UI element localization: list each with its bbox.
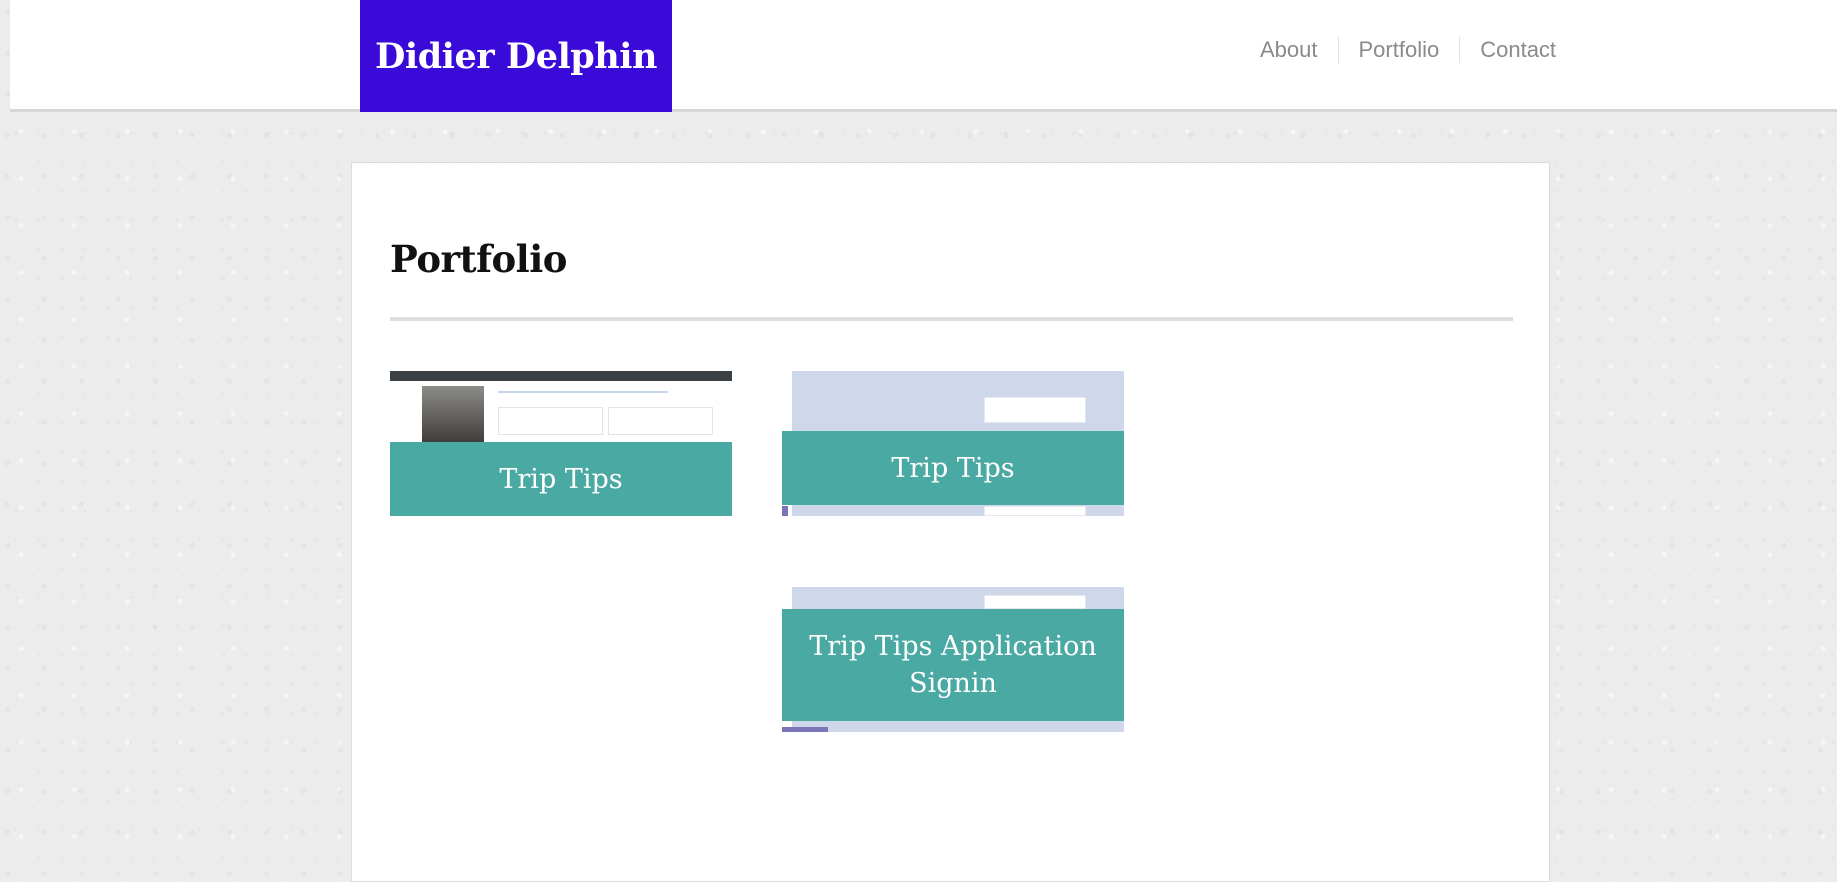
- project-card-label: Trip Tips: [390, 442, 732, 516]
- thumbnail-accent: [782, 727, 828, 732]
- thumbnail-line: [498, 391, 668, 393]
- thumbnail-panel: [984, 506, 1086, 516]
- site-header: Didier Delphin About Portfolio Contact: [10, 0, 1837, 112]
- thumbnail-box: [498, 407, 603, 435]
- project-card-label: Trip Tips: [782, 431, 1124, 505]
- project-card[interactable]: Trip Tips Application Signin: [782, 587, 1124, 732]
- thumbnail-panel: [984, 397, 1086, 423]
- nav-contact[interactable]: Contact: [1459, 37, 1576, 63]
- title-divider: [390, 317, 1513, 321]
- thumbnail-panel: [984, 595, 1086, 609]
- thumbnail-box: [608, 407, 713, 435]
- brand-logo[interactable]: Didier Delphin: [360, 0, 672, 112]
- nav-about[interactable]: About: [1240, 37, 1338, 63]
- portfolio-panel: Portfolio Trip Tips Trip Tips Trip Tips …: [351, 162, 1550, 882]
- thumbnail-photo: [422, 386, 484, 444]
- page-title: Portfolio: [390, 237, 567, 281]
- project-card-label: Trip Tips Application Signin: [782, 609, 1124, 721]
- project-card[interactable]: Trip Tips: [782, 371, 1124, 516]
- project-card[interactable]: Trip Tips: [390, 371, 732, 516]
- main-nav: About Portfolio Contact: [1240, 30, 1576, 70]
- thumbnail-topbar: [390, 371, 732, 381]
- thumbnail-accent: [782, 506, 788, 516]
- nav-portfolio[interactable]: Portfolio: [1337, 37, 1460, 63]
